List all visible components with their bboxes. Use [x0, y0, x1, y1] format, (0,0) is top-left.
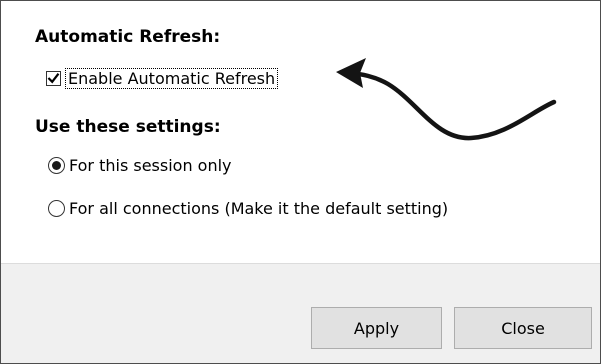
enable-automatic-refresh-label[interactable]: Enable Automatic Refresh: [65, 67, 279, 89]
dialog-window: Automatic Refresh: Enable Automatic Refr…: [0, 0, 601, 364]
apply-button[interactable]: Apply: [311, 307, 442, 349]
enable-automatic-refresh-checkbox[interactable]: [46, 70, 61, 86]
session-only-label[interactable]: For this session only: [69, 156, 232, 175]
dialog-footer: Apply Close: [1, 263, 600, 363]
session-only-radio[interactable]: [48, 156, 65, 174]
close-button[interactable]: Close: [454, 307, 592, 349]
use-these-settings-heading: Use these settings:: [35, 117, 221, 137]
enable-automatic-refresh-option[interactable]: Enable Automatic Refresh: [46, 66, 279, 90]
check-mark-icon: [47, 72, 60, 83]
automatic-refresh-heading: Automatic Refresh:: [35, 27, 221, 47]
session-only-option[interactable]: For this session only: [48, 153, 232, 177]
all-connections-option[interactable]: For all connections (Make it the default…: [48, 196, 448, 220]
all-connections-radio[interactable]: [48, 199, 65, 217]
curved-arrow-icon: [336, 58, 557, 141]
dialog-content: Automatic Refresh: Enable Automatic Refr…: [1, 1, 600, 263]
all-connections-label[interactable]: For all connections (Make it the default…: [69, 199, 448, 218]
radio-selected-dot: [52, 160, 61, 170]
